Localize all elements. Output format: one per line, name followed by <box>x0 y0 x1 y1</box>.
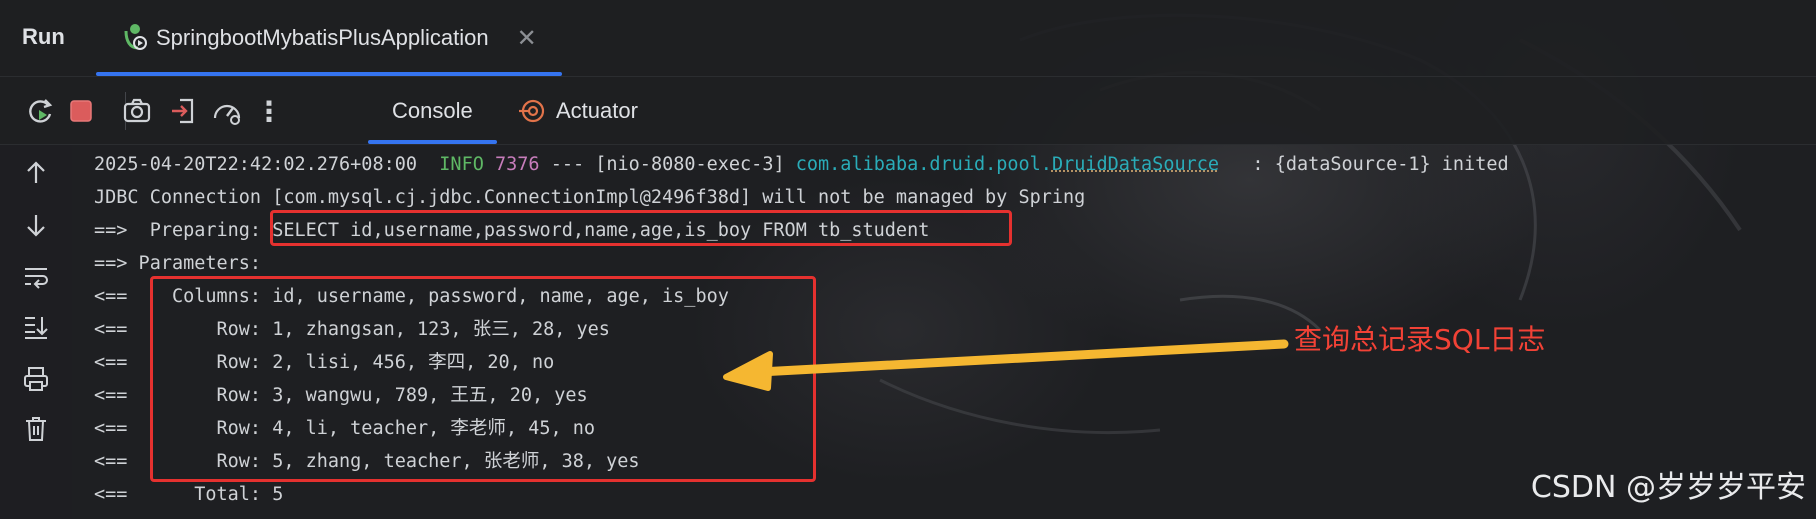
log-line-columns: <== Columns: id, username, password, nam… <box>94 286 729 307</box>
tab-console-label: Console <box>392 97 473 123</box>
log-message: : {dataSource-1} inited <box>1219 154 1509 175</box>
exit-icon <box>172 98 194 124</box>
log-line: 2025-04-20T22:42:02.276+08:00 INFO 7376 … <box>94 148 1794 181</box>
scroll-down-button[interactable] <box>18 207 54 243</box>
annotation-label: 查询总记录SQL日志 <box>1294 323 1546 356</box>
exit-button[interactable] <box>166 94 200 128</box>
printer-icon <box>24 367 48 391</box>
more-actions-button[interactable]: ⋮ <box>252 94 286 128</box>
profiler-button[interactable] <box>210 94 244 128</box>
csdn-watermark: CSDN @岁岁岁平安 <box>1530 470 1806 505</box>
actuator-icon <box>519 99 545 122</box>
log-line-preparing: ==> Preparing: SELECT id,username,passwo… <box>94 220 930 241</box>
rerun-button[interactable] <box>24 94 58 128</box>
clear-all-button[interactable] <box>18 411 54 447</box>
tab-label: SpringbootMybatisPlusApplication <box>156 25 489 50</box>
tab-console[interactable]: Console <box>368 77 497 144</box>
soft-wrap-icon <box>25 268 48 289</box>
scroll-to-end-button[interactable] <box>18 309 54 345</box>
active-tab-indicator <box>96 72 562 76</box>
log-line-row: <== Row: 4, li, teacher, 李老师, 45, no <box>94 418 596 439</box>
tab-actuator[interactable]: Actuator <box>518 77 638 144</box>
dump-threads-button[interactable] <box>120 94 154 128</box>
log-class-prefix: com.alibaba.druid.pool. <box>795 154 1052 175</box>
log-timestamp: 2025-04-20T22:42:02.276+08:00 <box>94 154 418 175</box>
scroll-up-button[interactable] <box>18 155 54 191</box>
stop-icon <box>70 100 92 122</box>
trash-icon <box>26 417 46 441</box>
run-toolbar: ⋮ Console Actuator <box>0 77 1816 145</box>
run-title: Run <box>22 24 65 49</box>
log-level: INFO <box>439 154 484 175</box>
console-side-toolbar <box>0 145 72 519</box>
log-class-link[interactable]: DruidDataSource <box>1052 154 1219 175</box>
log-line-parameters: ==> Parameters: <box>94 253 273 274</box>
log-thread: --- [nio-8080-exec-3] <box>539 154 796 175</box>
arrow-down-icon <box>27 215 45 237</box>
print-button[interactable] <box>18 361 54 397</box>
close-tab-icon[interactable]: ✕ <box>517 24 537 53</box>
run-tool-window-header: Run SpringbootMybatisPlusApplication ✕ <box>0 0 1816 77</box>
active-tab-indicator <box>368 140 497 144</box>
stop-button[interactable] <box>64 94 98 128</box>
soft-wrap-button[interactable] <box>18 259 54 295</box>
log-pid: 7376 <box>495 154 540 175</box>
spring-boot-run-icon <box>124 24 147 50</box>
scroll-to-end-icon <box>25 317 48 339</box>
log-line: JDBC Connection [com.mysql.cj.jdbc.Conne… <box>94 187 1086 208</box>
log-line-row: <== Row: 3, wangwu, 789, 王五, 20, yes <box>94 385 588 406</box>
tab-springboot-application[interactable]: SpringbootMybatisPlusApplication ✕ <box>96 0 562 76</box>
speedometer-icon <box>213 104 241 125</box>
camera-icon <box>123 98 151 123</box>
rerun-icon <box>29 99 53 123</box>
tab-actuator-label: Actuator <box>556 97 638 123</box>
arrow-up-icon <box>27 161 45 183</box>
